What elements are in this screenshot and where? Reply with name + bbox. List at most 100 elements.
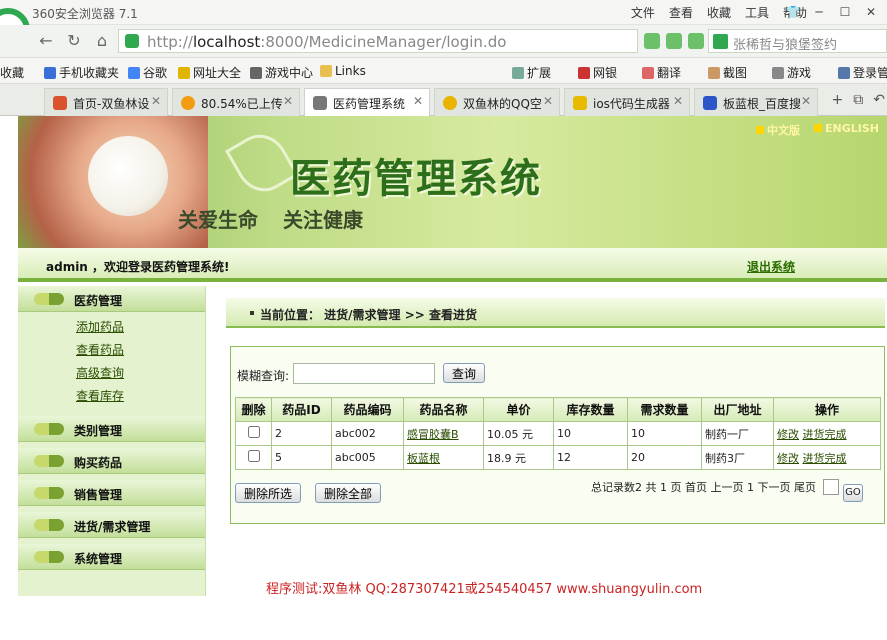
row-checkbox-cell xyxy=(235,421,272,446)
breadcrumb-text: 当前位置： 进货/需求管理 >> 查看进货 xyxy=(260,308,478,322)
tab-2-active[interactable]: 医药管理系统 ✕ xyxy=(304,88,430,116)
leaf-icon xyxy=(224,124,300,202)
menu-tools[interactable]: 工具 xyxy=(745,4,769,21)
bookmark-links[interactable]: Links xyxy=(320,64,366,78)
system-title: 医药管理系统 xyxy=(290,155,542,202)
menu-view-medicine[interactable]: 查看药品 xyxy=(18,341,205,364)
col-delete: 删除 xyxy=(235,397,272,422)
search-engine-input[interactable]: 张稀哲与狼堡签约 xyxy=(708,29,887,53)
address-tools xyxy=(644,33,704,49)
go-button[interactable]: GO xyxy=(842,484,863,502)
bookmark-google[interactable]: 谷歌 xyxy=(128,64,167,81)
row-checkbox[interactable] xyxy=(247,450,260,462)
cell-price: 10.05 元 xyxy=(483,421,554,446)
browser-title: 360安全浏览器 7.1 xyxy=(32,7,138,21)
tab-close-icon[interactable]: ✕ xyxy=(543,94,553,108)
tab-list-icon[interactable]: ⧉ xyxy=(853,92,863,108)
tab-close-icon[interactable]: ✕ xyxy=(413,94,423,108)
menu-favorites[interactable]: 收藏 xyxy=(707,4,731,21)
url-host: localhost xyxy=(192,33,261,51)
stock-panel: 模糊查询: 查询 删除 药品ID 药品编码 药品名称 单价 库存数量 需求数量 … xyxy=(230,346,885,524)
delete-selected-button[interactable]: 删除所选 xyxy=(235,483,302,503)
tab-bar: 首页-双鱼林设 ✕ 80.54%已上传 ✕ 医药管理系统 ✕ 双鱼林的QQ空 ✕ ios… xyxy=(0,84,887,116)
table-header-row: 删除 药品ID 药品编码 药品名称 单价 库存数量 需求数量 出厂地址 操作 xyxy=(235,397,881,422)
tab-close-icon[interactable]: ✕ xyxy=(151,94,161,108)
menu-add-medicine[interactable]: 添加药品 xyxy=(18,318,205,341)
cell-factory: 制药一厂 xyxy=(701,421,774,446)
url-input[interactable]: http://localhost:8000/MedicineManager/lo… xyxy=(118,29,638,53)
tab-close-icon[interactable]: ✕ xyxy=(801,94,811,108)
pill-image xyxy=(88,136,168,216)
menu-medicine[interactable]: 医药管理 xyxy=(18,286,205,312)
home-icon[interactable]: ⌂ xyxy=(92,31,112,51)
tab-3[interactable]: 双鱼林的QQ空 ✕ xyxy=(434,88,560,116)
shirt-skin-icon[interactable]: 👕 xyxy=(781,2,805,22)
toolbar-screenshot[interactable]: 截图 xyxy=(708,64,747,81)
row-checkbox[interactable] xyxy=(247,426,260,438)
tab-favicon xyxy=(181,96,195,110)
cell-stock: 10 xyxy=(553,421,628,446)
purchase-done-link[interactable]: 进货完成 xyxy=(803,452,847,465)
bullet-icon xyxy=(250,311,254,315)
edit-link[interactable]: 修改 xyxy=(777,452,799,465)
medicine-name-link[interactable]: 感冒胶囊B xyxy=(407,428,459,441)
tab-0[interactable]: 首页-双鱼林设 ✕ xyxy=(44,88,168,116)
edit-link[interactable]: 修改 xyxy=(777,428,799,441)
refresh-icon[interactable]: ↻ xyxy=(64,31,84,51)
compat-mode-icon[interactable] xyxy=(666,33,682,49)
menu-system[interactable]: 系统管理 xyxy=(18,544,205,570)
tab-favicon xyxy=(573,96,587,110)
purchase-done-link[interactable]: 进货完成 xyxy=(803,428,847,441)
bookmark-hao[interactable]: 网址大全 xyxy=(178,64,241,81)
new-tab-icon[interactable]: + xyxy=(832,92,844,108)
tab-close-icon[interactable]: ✕ xyxy=(673,94,683,108)
menu-category[interactable]: 类别管理 xyxy=(18,416,205,442)
cell-id: 2 xyxy=(271,421,332,446)
menu-sales[interactable]: 销售管理 xyxy=(18,480,205,506)
bookmark-mobile[interactable]: 手机收藏夹 xyxy=(44,64,119,81)
menu-stock-demand[interactable]: 进货/需求管理 xyxy=(18,512,205,538)
menu-file[interactable]: 文件 xyxy=(631,4,655,21)
address-bar: ← ↻ ⌂ http://localhost:8000/MedicineMana… xyxy=(0,25,887,58)
tab-5[interactable]: 板蓝根_百度搜 ✕ xyxy=(694,88,818,116)
keyword-input[interactable] xyxy=(293,363,435,384)
cell-demand: 20 xyxy=(627,445,702,470)
maximize-icon[interactable]: ☐ xyxy=(833,2,857,22)
tab-close-icon[interactable]: ✕ xyxy=(283,94,293,108)
menu-view-stock[interactable]: 查看库存 xyxy=(18,387,205,410)
capsule-icon xyxy=(34,423,64,435)
col-stock: 库存数量 xyxy=(553,397,628,422)
minimize-icon[interactable]: ─ xyxy=(807,2,831,22)
share-icon[interactable] xyxy=(644,33,660,49)
toolbar-login-manager[interactable]: 登录管家 xyxy=(838,64,887,81)
toolbar-translate[interactable]: 翻译 xyxy=(642,64,681,81)
medicine-name-link[interactable]: 板蓝根 xyxy=(407,452,440,465)
close-icon[interactable]: ✕ xyxy=(859,2,883,22)
logout-link[interactable]: 退出系统 xyxy=(747,258,795,275)
col-demand: 需求数量 xyxy=(627,397,702,422)
bookmark-favorites[interactable]: 收藏 xyxy=(0,64,24,81)
tab-4[interactable]: ios代码生成器 ✕ xyxy=(564,88,690,116)
back-icon[interactable]: ← xyxy=(36,31,56,51)
toolbar-extensions[interactable]: 扩展 xyxy=(512,64,551,81)
menu-view[interactable]: 查看 xyxy=(669,4,693,21)
cell-demand: 10 xyxy=(627,421,702,446)
menu-advanced-search[interactable]: 高级查询 xyxy=(18,364,205,387)
toolbar-games[interactable]: 游戏 xyxy=(772,64,811,81)
cell-operation: 修改 进货完成 xyxy=(773,445,881,470)
toolbar-bank[interactable]: 网银 xyxy=(578,64,617,81)
bookmark-games[interactable]: 游戏中心 xyxy=(250,64,313,81)
url-text[interactable]: http://localhost:8000/MedicineManager/lo… xyxy=(147,33,506,51)
star-icon[interactable] xyxy=(688,33,704,49)
lang-english[interactable]: ENGLISH xyxy=(814,122,879,138)
slogan: 关爱生命 关注健康 xyxy=(178,208,363,232)
delete-all-button[interactable]: 删除全部 xyxy=(315,483,382,503)
lang-chinese[interactable]: 中文版 xyxy=(756,122,800,138)
undo-close-icon[interactable]: ↶ xyxy=(873,92,885,108)
tab-1[interactable]: 80.54%已上传 ✕ xyxy=(172,88,300,116)
search-suggestion[interactable]: 张稀哲与狼堡签约 xyxy=(733,34,837,53)
search-engine-icon[interactable] xyxy=(713,34,728,49)
query-button[interactable]: 查询 xyxy=(443,363,486,383)
page-number-input[interactable] xyxy=(823,479,840,495)
menu-purchase[interactable]: 购买药品 xyxy=(18,448,205,474)
